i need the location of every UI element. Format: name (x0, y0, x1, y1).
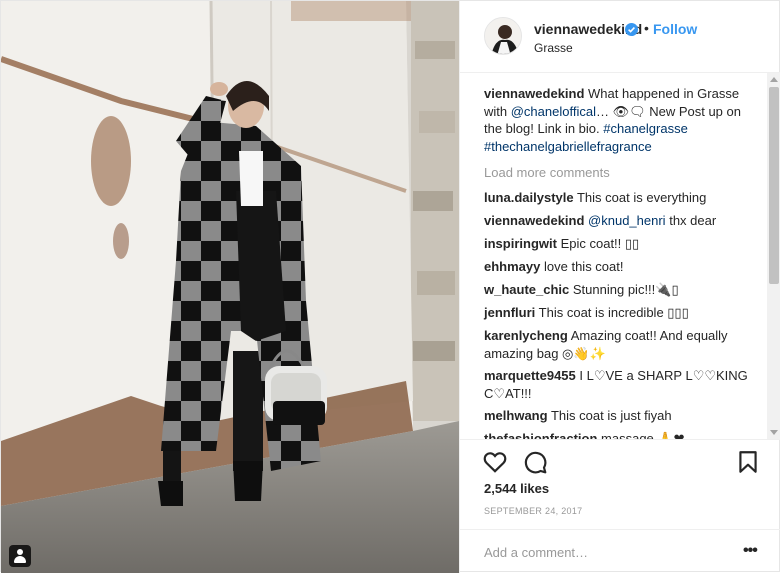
scroll-down-arrow-icon[interactable] (770, 430, 778, 435)
load-more-comments-button[interactable]: Load more comments (484, 165, 610, 180)
photo-illustration (1, 1, 459, 573)
instagram-post: viennawedekind • Follow Grasse viennawed… (0, 0, 780, 573)
caption-mention[interactable]: @chaneloffical (511, 104, 596, 119)
comment-username[interactable]: marquette9455 (484, 368, 576, 383)
comment-username[interactable]: w_haute_chic (484, 282, 569, 297)
scrollbar-thumb[interactable] (769, 87, 779, 284)
scroll-up-arrow-icon[interactable] (770, 77, 778, 82)
comment-item: viennawedekind @knud_henri thx dear (484, 212, 759, 230)
comment-username[interactable]: luna.dailystyle (484, 190, 574, 205)
avatar[interactable] (484, 17, 522, 55)
location-link[interactable]: Grasse (534, 41, 573, 55)
caption-hashtag-2[interactable]: #thechanelgabriellefragrance (484, 139, 652, 154)
comment-text: Epic coat!! ▯▯ (560, 236, 640, 251)
add-comment-input[interactable] (484, 542, 724, 562)
comment-item: ehhmayy love this coat! (484, 258, 759, 276)
comment-mention[interactable]: @knud_henri (588, 213, 666, 228)
post-date[interactable]: SEPTEMBER 24, 2017 (484, 506, 582, 516)
comment-item: thefashionfraction massage 🙏❤ (484, 430, 759, 439)
comment-username[interactable]: viennawedekind (484, 213, 584, 228)
post-sidebar: viennawedekind • Follow Grasse viennawed… (459, 1, 780, 573)
comment-username[interactable]: thefashionfraction (484, 431, 597, 439)
comment-item: inspiringwit Epic coat!! ▯▯ (484, 235, 759, 253)
verified-badge-icon (625, 23, 638, 36)
comment-text: This coat is incredible ▯▯▯ (538, 305, 689, 320)
post-caption: viennawedekind What happened in Grasse w… (484, 85, 754, 155)
comment-text: This coat is just fiyah (550, 408, 672, 423)
comment-item: marquette9455 I L♡VE a SHARP L♡♡KING C♡A… (484, 367, 759, 402)
comment-username[interactable]: inspiringwit (484, 236, 557, 251)
add-comment-bar: ••• (460, 529, 780, 573)
comments-scrollbar[interactable] (767, 73, 780, 439)
header-separator-dot: • (644, 20, 649, 36)
user-tag-body (14, 556, 26, 563)
caption-username[interactable]: viennawedekind (484, 86, 584, 101)
comment-text: This coat is everything (576, 190, 707, 205)
likes-count[interactable]: 2,544 likes (484, 481, 549, 496)
comment-item: luna.dailystyle This coat is everything (484, 189, 759, 207)
comment-text: love this coat! (544, 259, 624, 274)
comment-icon[interactable] (522, 449, 548, 475)
comment-text: thx dear (669, 213, 717, 228)
comment-item: melhwang This coat is just fiyah (484, 407, 759, 425)
comments-list: viennawedekind What happened in Grasse w… (460, 73, 780, 439)
comment-username[interactable]: ehhmayy (484, 259, 540, 274)
comment-text: Stunning pic!!!🔌▯ (572, 282, 679, 297)
user-tag-head (17, 549, 23, 555)
more-options-icon[interactable]: ••• (743, 542, 758, 560)
bookmark-icon[interactable] (735, 449, 761, 475)
user-tag-icon[interactable] (9, 545, 31, 567)
comment-text: massage 🙏❤ (601, 431, 685, 439)
comment-item: jennfluri This coat is incredible ▯▯▯ (484, 304, 759, 322)
post-header: viennawedekind • Follow Grasse (460, 1, 780, 73)
comment-username[interactable]: melhwang (484, 408, 548, 423)
comment-username[interactable]: karenlycheng (484, 328, 568, 343)
comment-username[interactable]: jennfluri (484, 305, 535, 320)
avatar-image (485, 18, 521, 54)
caption-hashtag-1[interactable]: #chanelgrasse (603, 121, 688, 136)
action-bar (460, 439, 780, 479)
heart-icon[interactable] (482, 449, 508, 475)
comment-item: karenlycheng Amazing coat!! And equally … (484, 327, 759, 362)
comment-item: w_haute_chic Stunning pic!!!🔌▯ (484, 281, 759, 299)
follow-button[interactable]: Follow (653, 21, 697, 37)
post-photo[interactable] (1, 1, 459, 573)
